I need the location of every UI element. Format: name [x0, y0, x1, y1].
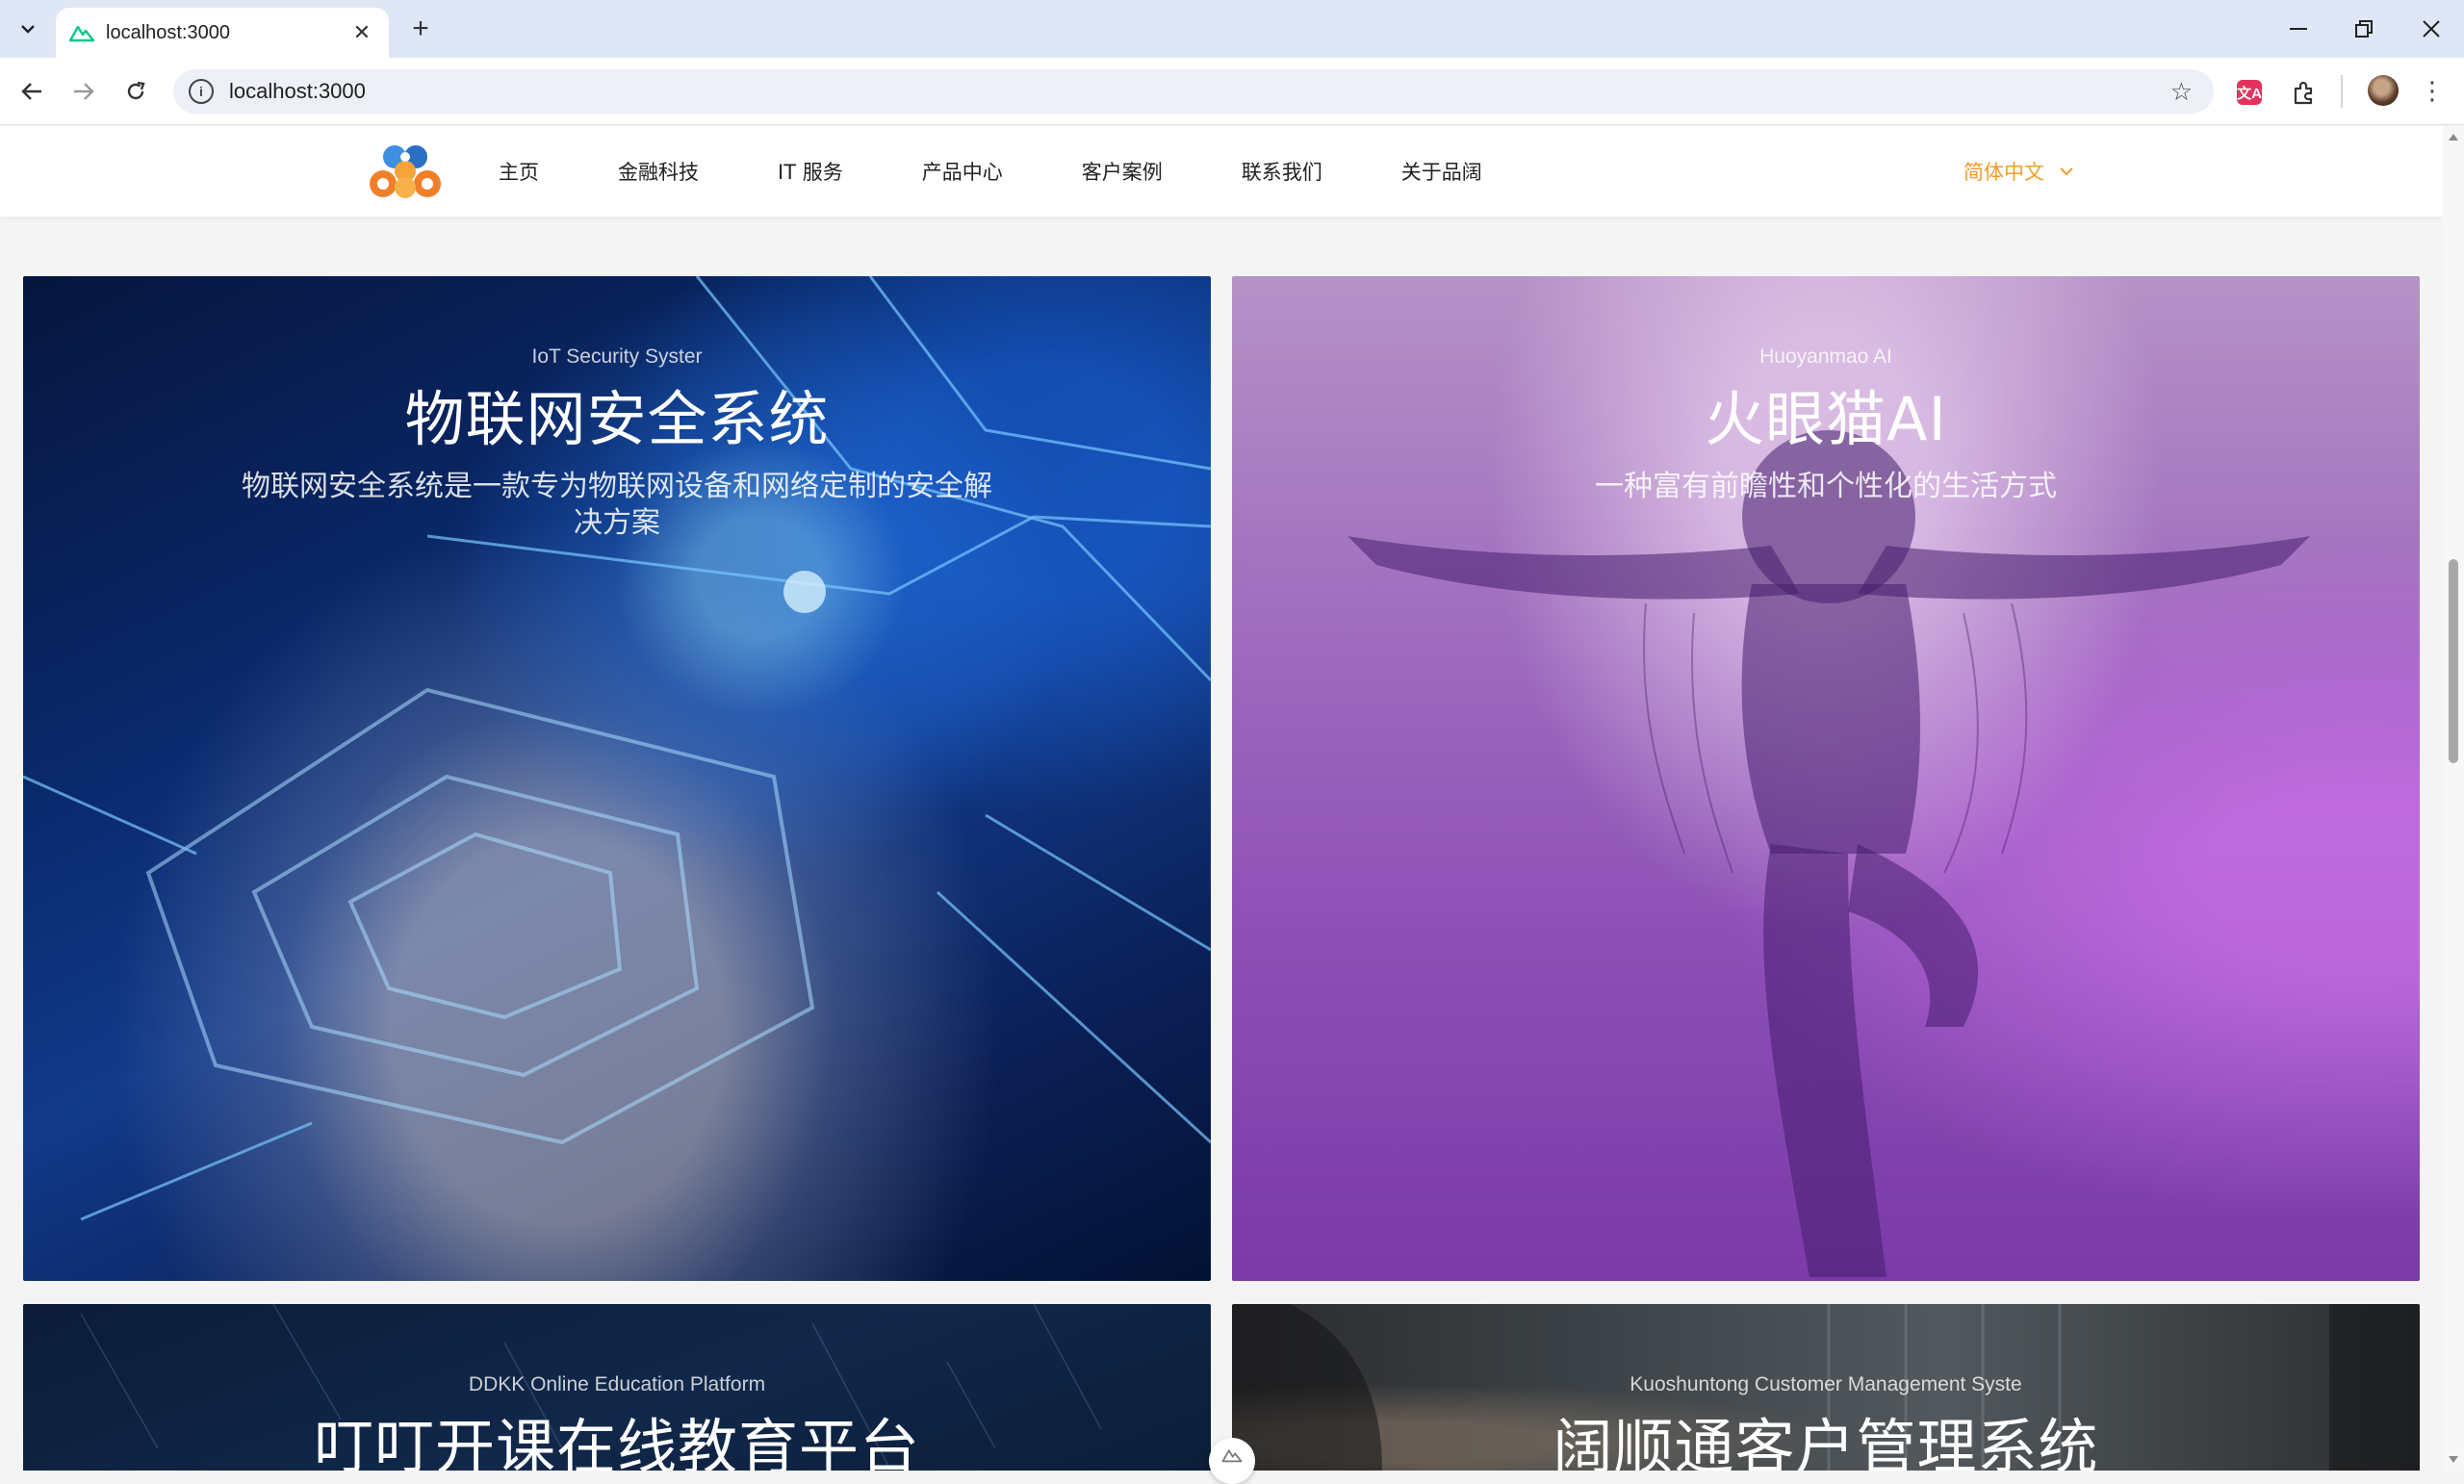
restore-icon[interactable] — [2343, 12, 2385, 46]
language-selector[interactable]: 简体中文 — [1964, 126, 2073, 217]
nav-item-it-services[interactable]: IT 服务 — [778, 157, 843, 186]
product-card-iot[interactable]: IoT Security Syster 物联网安全系统 物联网安全系统是一款专为… — [23, 276, 1211, 1281]
main-nav: 主页 金融科技 IT 服务 产品中心 客户案例 联系我们 关于品阔 — [499, 126, 1561, 217]
card-description-line: 物联网安全系统是一款专为物联网设备和网络定制的安全解 — [242, 470, 992, 503]
nav-item-products[interactable]: 产品中心 — [922, 157, 1003, 186]
browser-toolbar: i localhost:3000 ☆ 文A — [0, 58, 2464, 125]
address-url[interactable]: localhost:3000 — [229, 79, 2170, 104]
back-icon[interactable] — [13, 73, 50, 110]
language-label: 简体中文 — [1964, 161, 2044, 184]
forward-icon[interactable] — [65, 73, 102, 110]
card-subtitle: Kuoshuntong Customer Management Syste — [1630, 1373, 2022, 1395]
nav-item-contact[interactable]: 联系我们 — [1242, 157, 1322, 186]
close-window-icon[interactable] — [2410, 12, 2452, 46]
bookmark-star-icon[interactable]: ☆ — [2170, 77, 2193, 107]
browser-menu-icon[interactable]: ⋮ — [2418, 73, 2447, 108]
extensions-icon[interactable] — [2289, 77, 2320, 108]
page-scrollbar[interactable] — [2443, 126, 2464, 1471]
favicon-icon — [69, 25, 94, 42]
card-title: 火眼猫AI — [1705, 384, 1947, 454]
card-description-line: 决方案 — [574, 505, 660, 540]
card-subtitle: Huoyanmao AI — [1759, 345, 1892, 368]
nav-item-home[interactable]: 主页 — [499, 157, 539, 186]
tab-close-icon[interactable]: ✕ — [348, 20, 375, 45]
site-info-icon[interactable]: i — [189, 79, 214, 104]
scroll-thumb[interactable] — [2449, 559, 2458, 763]
scroll-up-icon[interactable] — [2448, 132, 2459, 141]
card-description: 一种富有前瞻性和个性化的生活方式 — [1595, 470, 2057, 503]
browser-tab-bar: localhost:3000 ✕ + — [0, 0, 2464, 58]
reload-icon[interactable] — [117, 73, 154, 110]
product-card-kuoshuntong[interactable]: Kuoshuntong Customer Management Syste 阔顺… — [1232, 1304, 2420, 1471]
address-bar[interactable]: i localhost:3000 ☆ — [173, 69, 2214, 114]
chevron-down-icon — [2060, 167, 2073, 176]
new-tab-button[interactable]: + — [404, 13, 437, 46]
tab-search-icon[interactable] — [12, 13, 44, 44]
card-title: 阔顺通客户管理系统 — [1553, 1412, 2099, 1471]
logo-icon[interactable] — [366, 141, 445, 201]
product-card-huoyanmao[interactable]: Huoyanmao AI 火眼猫AI 一种富有前瞻性和个性化的生活方式 — [1232, 276, 2420, 1281]
nav-item-cases[interactable]: 客户案例 — [1082, 157, 1163, 186]
toolbar-divider — [2341, 75, 2343, 108]
card-subtitle: IoT Security Syster — [531, 345, 703, 368]
minimize-icon[interactable] — [2277, 12, 2320, 46]
profile-avatar[interactable] — [2368, 75, 2399, 106]
site-header: 主页 金融科技 IT 服务 产品中心 客户案例 联系我们 关于品阔 简体中文 — [0, 126, 2443, 217]
card-subtitle: DDKK Online Education Platform — [468, 1373, 766, 1395]
card-title: 物联网安全系统 — [404, 384, 830, 454]
nuxt-icon — [1221, 1449, 1243, 1463]
scroll-down-icon[interactable] — [2448, 1455, 2459, 1465]
devtools-float-button[interactable] — [1209, 1438, 1255, 1484]
page-viewport: 主页 金融科技 IT 服务 产品中心 客户案例 联系我们 关于品阔 简体中文 I… — [0, 126, 2443, 1471]
nav-item-about[interactable]: 关于品阔 — [1401, 157, 1482, 186]
card-title: 叮叮开课在线教育平台 — [313, 1412, 920, 1471]
nav-item-fintech[interactable]: 金融科技 — [618, 157, 699, 186]
product-card-ddkk[interactable]: DDKK Online Education Platform 叮叮开课在线教育平… — [23, 1304, 1211, 1471]
browser-tab[interactable]: localhost:3000 ✕ — [56, 8, 389, 58]
translate-extension-icon[interactable]: 文A — [2237, 80, 2262, 105]
tab-title: localhost:3000 — [106, 21, 230, 43]
card-description: 物联网安全系统是一款专为物联网设备和网络定制的安全解 决方案 — [23, 469, 1211, 541]
